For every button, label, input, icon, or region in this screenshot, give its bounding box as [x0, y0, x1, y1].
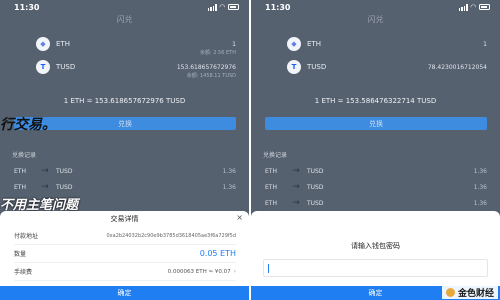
record-from: ETH [265, 167, 277, 175]
records-label: 兑换记录 [12, 152, 37, 159]
eth-coin-icon: ◆ [287, 37, 301, 51]
row-label: 手续费 [14, 269, 33, 276]
watermark: 金色财经 [441, 285, 498, 299]
fee-value: 0.000063 ETH ≈ ¥0.07 [167, 268, 231, 275]
watermark-text: 金色财经 [457, 288, 494, 299]
record-row[interactable]: ETH → TUSD 1.36 [14, 163, 236, 179]
signal-icon [458, 3, 468, 11]
phone-screen-left: 11:30 ◠ 闪兑 ◆ ETH 1 余额: 2.56 ETH T TUSD 1… [0, 0, 249, 300]
from-amount[interactable]: 1 [483, 41, 487, 48]
amount-value: 0.05 ETH [199, 249, 236, 258]
payment-address: 0xa2b24032b2c90e9b3785d3618405ae3f6a729f… [106, 232, 236, 239]
arrow-right-icon: → [41, 166, 49, 176]
to-token-symbol: TUSD [56, 63, 76, 71]
transaction-sheet: 交易详情 × 付款地址 0xa2b24032b2c90e9b3785d36184… [0, 211, 249, 300]
confirm-button[interactable]: 确定 [0, 286, 249, 300]
record-from: ETH [14, 183, 26, 191]
record-to: TUSD [307, 183, 324, 191]
from-token-row[interactable]: ◆ ETH 1 [287, 33, 487, 55]
records-label: 兑换记录 [263, 152, 288, 159]
tusd-coin-icon: T [287, 60, 301, 74]
page: 11:30 ◠ 闪兑 ◆ ETH 1 余额: 2.56 ETH T TUSD 1… [0, 0, 500, 300]
row-label: 数量 [14, 251, 27, 258]
to-balance: 余额: 1458.11 TUSD [186, 73, 236, 79]
record-amount: 1.36 [473, 183, 487, 191]
record-amount: 1.36 [473, 199, 487, 207]
jinse-logo-icon [445, 287, 455, 297]
exchange-rate: 1 ETH = 153.586476322714 TUSD [314, 97, 437, 105]
page-title: 闪兑 [367, 15, 384, 24]
wifi-icon: ◠ [219, 2, 225, 11]
payment-address-row: 付款地址 0xa2b24032b2c90e9b3785d3618405ae3f6… [14, 227, 236, 245]
record-from: ETH [14, 167, 26, 175]
to-amount: 78.4230016712054 [427, 63, 487, 71]
to-token-row[interactable]: T TUSD 78.4230016712054 [287, 56, 487, 78]
close-icon[interactable]: × [236, 213, 243, 222]
phone-screen-right: 11:30 ◠ 闪兑 ◆ ETH 1 T TUSD 78.42300167120… [251, 0, 500, 300]
status-time: 11:30 [265, 2, 291, 12]
exchange-button[interactable]: 兑换 [265, 117, 487, 130]
status-icons: ◠ [207, 2, 239, 11]
record-to: TUSD [307, 199, 324, 207]
record-amount: 1.36 [222, 183, 236, 191]
chevron-right-icon: › [233, 268, 236, 275]
to-token-symbol: TUSD [307, 63, 327, 71]
arrow-right-icon: → [292, 182, 300, 192]
amount-row: 数量 0.05 ETH [14, 245, 236, 263]
battery-icon [228, 4, 239, 10]
from-token-symbol: ETH [307, 40, 321, 48]
eth-coin-icon: ◆ [36, 37, 50, 51]
wifi-icon: ◠ [470, 2, 476, 11]
battery-icon [479, 4, 490, 10]
exchange-rate: 1 ETH = 153.618657672976 TUSD [63, 97, 186, 105]
arrow-right-icon: → [292, 166, 300, 176]
password-input[interactable] [263, 259, 488, 277]
tusd-coin-icon: T [36, 60, 50, 74]
signal-icon [207, 3, 217, 11]
record-to: TUSD [56, 167, 73, 175]
from-amount[interactable]: 1 [232, 41, 236, 48]
arrow-right-icon: → [41, 182, 49, 192]
status-bar: 11:30 ◠ [251, 0, 500, 14]
text-caret [268, 264, 269, 273]
sheet-title: 交易详情 [110, 215, 139, 223]
record-to: TUSD [307, 167, 324, 175]
record-row[interactable]: ETH → TUSD 1.36 [265, 179, 487, 195]
status-icons: ◠ [458, 2, 490, 11]
record-amount: 1.36 [473, 167, 487, 175]
record-to: TUSD [56, 183, 73, 191]
arrow-right-icon: → [292, 198, 300, 208]
from-token-symbol: ETH [56, 40, 70, 48]
record-amount: 1.36 [222, 167, 236, 175]
record-from: ETH [265, 199, 277, 207]
record-row[interactable]: ETH → TUSD 1.36 [265, 195, 487, 211]
fee-row[interactable]: 手续费 0.000063 ETH ≈ ¥0.07 › [14, 263, 236, 281]
to-token-row[interactable]: T TUSD 153.618657672976 余额: 1458.11 TUSD [36, 56, 236, 79]
status-time: 11:30 [14, 2, 40, 12]
from-token-row[interactable]: ◆ ETH 1 余额: 2.56 ETH [36, 33, 236, 56]
page-title: 闪兑 [116, 15, 133, 24]
from-balance: 余额: 2.56 ETH [200, 50, 236, 56]
record-row[interactable]: ETH → TUSD 1.36 [14, 179, 236, 195]
row-label: 付款地址 [14, 233, 39, 240]
to-amount: 153.618657672976 [176, 63, 236, 71]
record-row[interactable]: ETH → TUSD 1.36 [265, 163, 487, 179]
status-bar: 11:30 ◠ [0, 0, 249, 14]
password-prompt: 请输入钱包密码 [351, 242, 400, 250]
record-from: ETH [265, 183, 277, 191]
overlay-caption-1: 行交易。 [0, 117, 56, 133]
